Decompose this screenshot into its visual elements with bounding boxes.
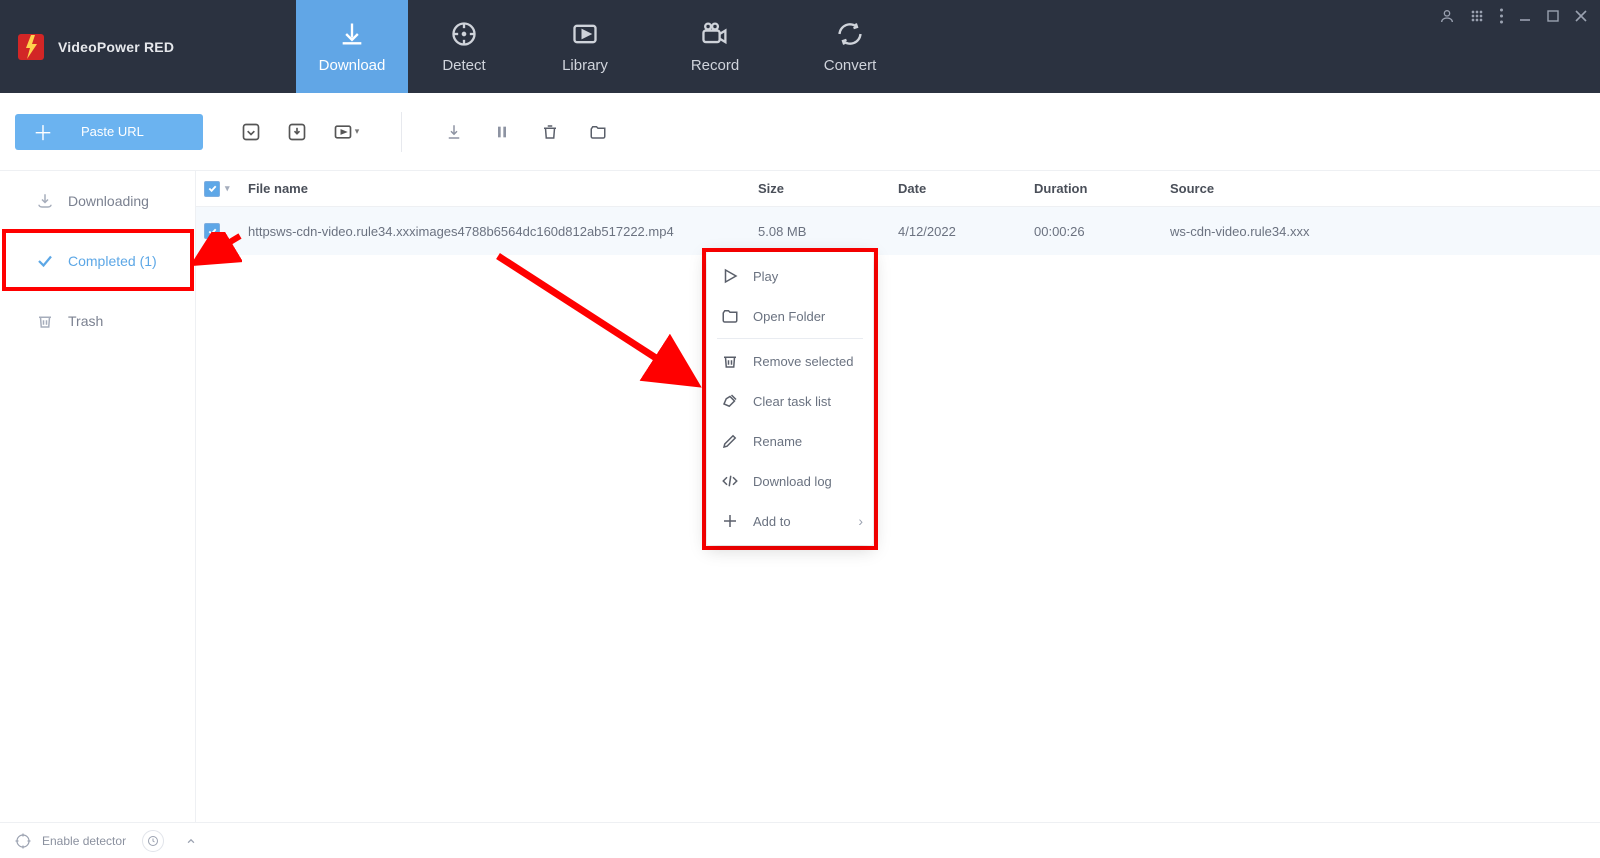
ctx-download-log[interactable]: Download log xyxy=(707,461,873,501)
sidebar-item-trash[interactable]: Trash xyxy=(0,291,195,351)
tab-record[interactable]: Record xyxy=(650,0,780,93)
paste-url-button[interactable]: ＋ Paste URL xyxy=(15,114,203,150)
cell-size: 5.08 MB xyxy=(758,224,898,239)
column-size[interactable]: Size xyxy=(758,181,898,196)
cell-date: 4/12/2022 xyxy=(898,224,1034,239)
column-filename[interactable]: File name xyxy=(248,181,758,196)
maximize-icon[interactable] xyxy=(1546,9,1560,23)
delete-icon[interactable] xyxy=(538,120,562,144)
open-output-folder-icon[interactable] xyxy=(586,120,610,144)
column-source[interactable]: Source xyxy=(1170,181,1600,196)
downloading-icon xyxy=(36,192,54,210)
sidebar-item-label: Trash xyxy=(68,313,103,329)
screen-record-icon[interactable]: ▾ xyxy=(331,120,361,144)
content-area: ▾ File name Size Date Duration Source ht… xyxy=(196,171,1600,822)
batch-download-icon[interactable] xyxy=(239,120,263,144)
logo-block: VideoPower RED xyxy=(0,0,296,93)
folder-icon xyxy=(721,307,739,325)
cell-filename: httpsws-cdn-video.rule34.xxximages4788b6… xyxy=(248,224,758,239)
more-icon[interactable] xyxy=(1499,8,1504,24)
chevron-right-icon: › xyxy=(858,513,863,529)
tab-download[interactable]: Download xyxy=(296,0,408,93)
trash-icon xyxy=(721,352,739,370)
record-icon xyxy=(700,19,730,49)
sidebar-item-label: Downloading xyxy=(68,193,149,209)
detect-icon xyxy=(449,19,479,49)
start-icon[interactable] xyxy=(442,120,466,144)
app-title: VideoPower RED xyxy=(58,39,174,55)
column-duration[interactable]: Duration xyxy=(1034,181,1170,196)
ctx-add-to[interactable]: Add to › xyxy=(707,501,873,541)
ctx-remove-selected[interactable]: Remove selected xyxy=(707,341,873,381)
detector-target-icon[interactable] xyxy=(14,832,32,850)
plus-icon: ＋ xyxy=(33,117,53,146)
app-logo-icon xyxy=(16,32,46,62)
ctx-clear-task-list[interactable]: Clear task list xyxy=(707,381,873,421)
table-header: ▾ File name Size Date Duration Source xyxy=(196,171,1600,207)
user-icon[interactable] xyxy=(1439,8,1455,24)
column-date[interactable]: Date xyxy=(898,181,1034,196)
collapse-up-icon[interactable] xyxy=(180,830,202,852)
grid-icon[interactable] xyxy=(1469,8,1485,24)
pause-icon[interactable] xyxy=(490,120,514,144)
sidebar: Downloading Completed (1) Trash xyxy=(0,171,196,822)
schedule-icon[interactable] xyxy=(142,830,164,852)
library-icon xyxy=(570,19,600,49)
pencil-icon xyxy=(721,432,739,450)
ctx-rename[interactable]: Rename xyxy=(707,421,873,461)
tab-detect[interactable]: Detect xyxy=(408,0,520,93)
minimize-icon[interactable] xyxy=(1518,9,1532,23)
sidebar-item-completed[interactable]: Completed (1) xyxy=(0,231,195,291)
ctx-play[interactable]: Play xyxy=(707,256,873,296)
sidebar-item-downloading[interactable]: Downloading xyxy=(0,171,195,231)
completed-icon xyxy=(36,252,54,270)
nav-tabs: Download Detect Library Record Convert xyxy=(296,0,920,93)
row-checkbox[interactable] xyxy=(204,223,220,239)
enable-detector-label[interactable]: Enable detector xyxy=(42,834,126,848)
ctx-open-folder[interactable]: Open Folder xyxy=(707,296,873,336)
tab-library[interactable]: Library xyxy=(520,0,650,93)
trash-icon xyxy=(36,312,54,330)
select-all-checkbox[interactable] xyxy=(204,181,220,197)
code-icon xyxy=(721,472,739,490)
play-icon xyxy=(721,267,739,285)
table-row[interactable]: httpsws-cdn-video.rule34.xxximages4788b6… xyxy=(196,207,1600,255)
broom-icon xyxy=(721,392,739,410)
cell-duration: 00:00:26 xyxy=(1034,224,1170,239)
subscription-icon[interactable] xyxy=(285,120,309,144)
window-controls xyxy=(1439,8,1588,24)
toolbar: ＋ Paste URL ▾ xyxy=(0,93,1600,171)
app-header: VideoPower RED Download Detect Library R… xyxy=(0,0,1600,93)
close-icon[interactable] xyxy=(1574,9,1588,23)
download-icon xyxy=(337,19,367,49)
cell-source: ws-cdn-video.rule34.xxx xyxy=(1170,224,1600,239)
tab-convert[interactable]: Convert xyxy=(780,0,920,93)
context-menu: Play Open Folder Remove selected Clear t… xyxy=(707,252,873,545)
status-bar: Enable detector xyxy=(0,822,1600,858)
sidebar-item-label: Completed (1) xyxy=(68,253,157,269)
checkbox-dropdown-icon[interactable]: ▾ xyxy=(225,183,230,194)
plus-icon xyxy=(721,512,739,530)
convert-icon xyxy=(835,19,865,49)
